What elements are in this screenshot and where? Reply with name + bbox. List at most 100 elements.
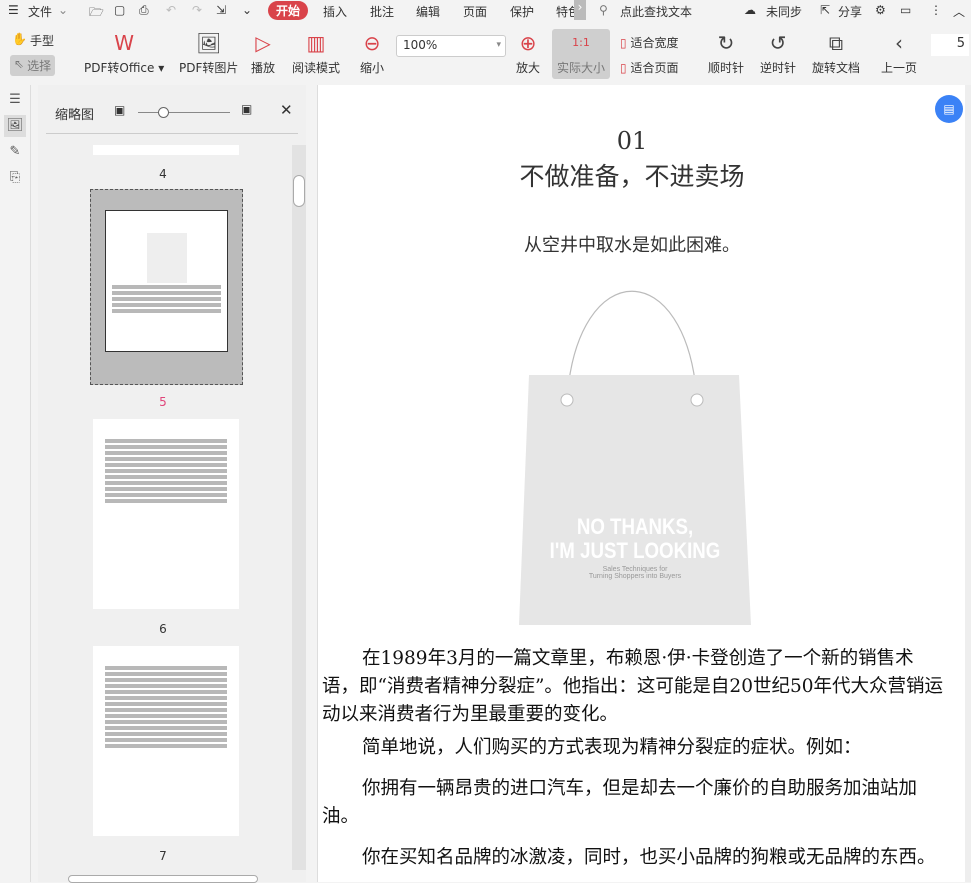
- slider-handle[interactable]: [158, 107, 169, 118]
- thumbnail-panel: 缩略图 ▣ ▣ ✕ 4 5 6 7: [38, 85, 306, 883]
- floating-tool-button[interactable]: ▤: [935, 95, 963, 123]
- rotate-cw-icon: ↻: [717, 31, 735, 55]
- select-tool[interactable]: ⇖ 选择: [10, 55, 56, 76]
- pdf-to-office-icon: W: [114, 31, 135, 55]
- fit-page-icon: ▯: [620, 61, 627, 75]
- paragraph: 你拥有一辆昂贵的进口汽车，但是却去一个廉价的自助服务加油站加油。: [322, 778, 918, 827]
- rotate-doc-icon: ⧉: [828, 31, 844, 55]
- cover-line: Sales Techniques for: [602, 566, 668, 573]
- save-icon[interactable]: ▢: [114, 3, 125, 17]
- more-vertical-icon[interactable]: ⋮: [930, 3, 942, 17]
- file-menu[interactable]: 文件: [28, 3, 52, 20]
- cursor-icon: ⇖: [14, 57, 25, 71]
- panel-title: 缩略图: [55, 108, 95, 123]
- hand-icon: ✋: [12, 32, 27, 46]
- rotate-ccw-icon: ↺: [769, 31, 787, 55]
- play-button[interactable]: ▷ 播放: [251, 30, 275, 76]
- scrollbar-thumb[interactable]: [293, 175, 305, 207]
- tab-annotate[interactable]: 批注: [370, 3, 394, 20]
- tab-start[interactable]: 开始: [268, 1, 309, 20]
- menu-icon[interactable]: ☰: [8, 3, 19, 17]
- thumbnail-icon[interactable]: 🖼: [4, 115, 26, 137]
- toolbar: ✋ 手型 ⇖ 选择 W PDF转Office ▾ 🖼 PDF转图片 ▷ 播放 ▥ 阅读模式 …: [0, 24, 971, 82]
- collapse-icon[interactable]: ︿: [953, 3, 965, 20]
- prev-page-button[interactable]: ‹ 上一页: [881, 30, 917, 76]
- page-thumbnail-7[interactable]: [93, 646, 239, 836]
- attachment-icon[interactable]: ⎘: [4, 167, 26, 189]
- paragraph: 你在买知名品牌的冰激凌，同时，也买小品牌的狗粮或无品牌的东西。: [362, 847, 936, 868]
- search-input[interactable]: 点此查找文本: [620, 3, 692, 20]
- paragraph: 简单地说，人们购买的方式表现为精神分裂症的症状。例如：: [362, 737, 862, 758]
- print-icon[interactable]: ⎙: [139, 3, 149, 18]
- zoom-in-icon: ⊕: [519, 31, 537, 55]
- redo-icon[interactable]: ↷: [192, 3, 202, 17]
- comment-icon[interactable]: ▭: [900, 3, 911, 17]
- cover-line: Turning Shoppers into Buyers: [588, 573, 682, 580]
- thumbnail-scrollbar[interactable]: [292, 145, 306, 870]
- rotate-counterclockwise-button[interactable]: ↺ 逆时针: [760, 30, 796, 76]
- more-icon[interactable]: ⌄: [242, 3, 252, 17]
- image-icon: 🖼: [196, 31, 222, 55]
- annotation-icon[interactable]: ✎: [4, 141, 26, 163]
- divider: [46, 133, 298, 134]
- tab-page[interactable]: 页面: [463, 3, 487, 20]
- pdf-to-image-button[interactable]: 🖼 PDF转图片: [179, 30, 238, 76]
- rotate-document-button[interactable]: ⧉ 旋转文档: [812, 30, 860, 76]
- close-icon[interactable]: ✕: [280, 101, 293, 119]
- page-thumbnail-6[interactable]: [93, 419, 239, 609]
- small-thumb-icon[interactable]: ▣: [114, 103, 125, 117]
- menu-bar: ☰ 文件 ⌄ 🗁 ▢ ⎙ ↶ ↷ ⇲ ⌄ 开始 插入 批注 编辑 页面 保护 特…: [0, 0, 971, 22]
- chevron-right-icon[interactable]: ›: [574, 0, 586, 20]
- share-icon: ⇱: [820, 3, 831, 17]
- page-thumbnail-4[interactable]: [93, 145, 239, 155]
- gear-icon[interactable]: ⚙: [875, 3, 886, 17]
- read-mode-button[interactable]: ▥ 阅读模式: [292, 30, 340, 76]
- page-label: 4: [159, 167, 167, 181]
- chevron-down-icon[interactable]: ⌄: [58, 3, 68, 17]
- paragraph: 在1989年3月的一篇文章里，布赖恩·伊·卡登创造了一个新的销售术语，即“消费者…: [322, 648, 943, 725]
- zoom-in-button[interactable]: ⊕ 放大: [516, 30, 540, 76]
- undo-icon[interactable]: ↶: [166, 3, 176, 17]
- share-button[interactable]: 分享: [838, 3, 862, 20]
- zoom-level-select[interactable]: 100% ▾: [396, 35, 506, 57]
- document-scrollbar[interactable]: [965, 85, 971, 882]
- sync-status[interactable]: 未同步: [766, 3, 802, 20]
- tab-protect[interactable]: 保护: [510, 3, 534, 20]
- page-label: 7: [159, 849, 167, 863]
- fit-page-button[interactable]: ▯ 适合页面: [620, 59, 678, 76]
- chapter-number: 01: [616, 127, 648, 155]
- open-icon[interactable]: 🗁: [89, 3, 104, 24]
- book-icon: ▥: [306, 31, 326, 55]
- fit-width-icon: ▯: [620, 36, 627, 50]
- chevron-left-icon: ‹: [895, 31, 903, 55]
- zoom-out-button[interactable]: ⊖ 缩小: [360, 30, 384, 76]
- fit-width-button[interactable]: ▯ 适合宽度: [620, 34, 678, 51]
- chapter-subtitle: 从空井中取水是如此困难。: [524, 235, 740, 256]
- dropdown-arrow-icon: ▾: [496, 40, 501, 50]
- tab-insert[interactable]: 插入: [323, 3, 347, 20]
- large-thumb-icon[interactable]: ▣: [241, 102, 252, 116]
- tab-features[interactable]: 特色: [556, 3, 574, 20]
- page-label: 6: [159, 622, 167, 636]
- page-number-input[interactable]: 5: [931, 34, 969, 56]
- thumb-size-slider[interactable]: [138, 112, 230, 113]
- actual-size-icon: 1:1: [572, 36, 590, 49]
- actual-size-button[interactable]: 1:1 实际大小: [552, 29, 610, 79]
- page-label: 5: [159, 395, 167, 409]
- search-icon: ⚲: [599, 3, 608, 17]
- hand-tool[interactable]: ✋ 手型: [12, 32, 54, 49]
- tab-edit[interactable]: 编辑: [416, 3, 440, 20]
- cover-line: I'M JUST LOOKING: [549, 538, 721, 563]
- rotate-clockwise-button[interactable]: ↻ 顺时针: [708, 30, 744, 76]
- cover-line: NO THANKS,: [576, 514, 694, 539]
- cloud-icon: ☁: [744, 3, 756, 17]
- zoom-out-icon: ⊖: [363, 31, 381, 55]
- page-thumbnail-5[interactable]: [90, 189, 243, 385]
- document-view: 01 不做准备，不进卖场 从空井中取水是如此困难。 NO THANKS, I'M…: [317, 85, 965, 882]
- side-rail: ☰ 🖼 ✎ ⎘: [0, 85, 31, 882]
- pdf-to-office-button[interactable]: W PDF转Office ▾: [84, 30, 164, 76]
- export-icon[interactable]: ⇲: [216, 3, 226, 17]
- outline-icon[interactable]: ☰: [4, 89, 26, 111]
- play-icon: ▷: [255, 31, 271, 55]
- chapter-title: 不做准备，不进卖场: [519, 162, 745, 191]
